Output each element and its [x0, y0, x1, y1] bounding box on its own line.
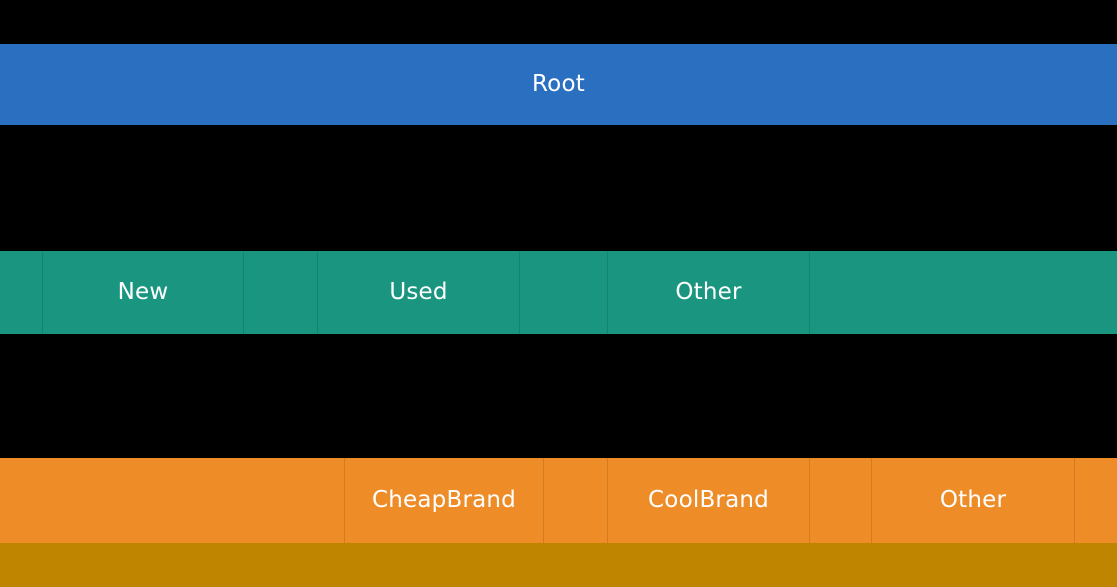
icicle-node-coolbrand[interactable]: CoolBrand	[608, 458, 810, 543]
icicle-chart: Root New Used Other CheapBrand CoolBrand Other	[0, 0, 1117, 587]
icicle-level-1: New Used Other	[0, 251, 1117, 334]
icicle-level-2: CheapBrand CoolBrand Other	[0, 458, 1117, 543]
icicle-node-unlabeled-4[interactable]	[810, 458, 872, 543]
icicle-level-0: Root	[0, 44, 1117, 125]
icicle-node-label: Root	[532, 71, 585, 97]
icicle-node-unlabeled-0[interactable]	[0, 458, 345, 543]
icicle-node-label: Used	[389, 279, 448, 305]
icicle-level-3	[0, 543, 1117, 587]
icicle-node-unlabeled-0[interactable]	[0, 251, 43, 334]
icicle-node-used[interactable]: Used	[318, 251, 520, 334]
icicle-node-unlabeled-6[interactable]	[810, 251, 1117, 334]
icicle-node-unlabeled-6[interactable]	[1075, 458, 1117, 543]
icicle-node-new[interactable]: New	[43, 251, 244, 334]
icicle-node-label: CheapBrand	[372, 487, 516, 513]
icicle-node-root[interactable]: Root	[0, 44, 1117, 125]
icicle-node-other[interactable]: Other	[608, 251, 810, 334]
icicle-node-unlabeled-2[interactable]	[244, 251, 318, 334]
icicle-node-other[interactable]: Other	[872, 458, 1075, 543]
icicle-node-cheapbrand[interactable]: CheapBrand	[345, 458, 544, 543]
icicle-node-unlabeled-2[interactable]	[544, 458, 608, 543]
icicle-node-label: Other	[675, 279, 742, 305]
icicle-node-unlabeled-4[interactable]	[520, 251, 608, 334]
icicle-node-label: Other	[939, 487, 1007, 513]
icicle-node-label: New	[117, 279, 169, 305]
icicle-node-label: CoolBrand	[648, 487, 769, 513]
icicle-node-unlabeled-0[interactable]	[0, 543, 1117, 587]
